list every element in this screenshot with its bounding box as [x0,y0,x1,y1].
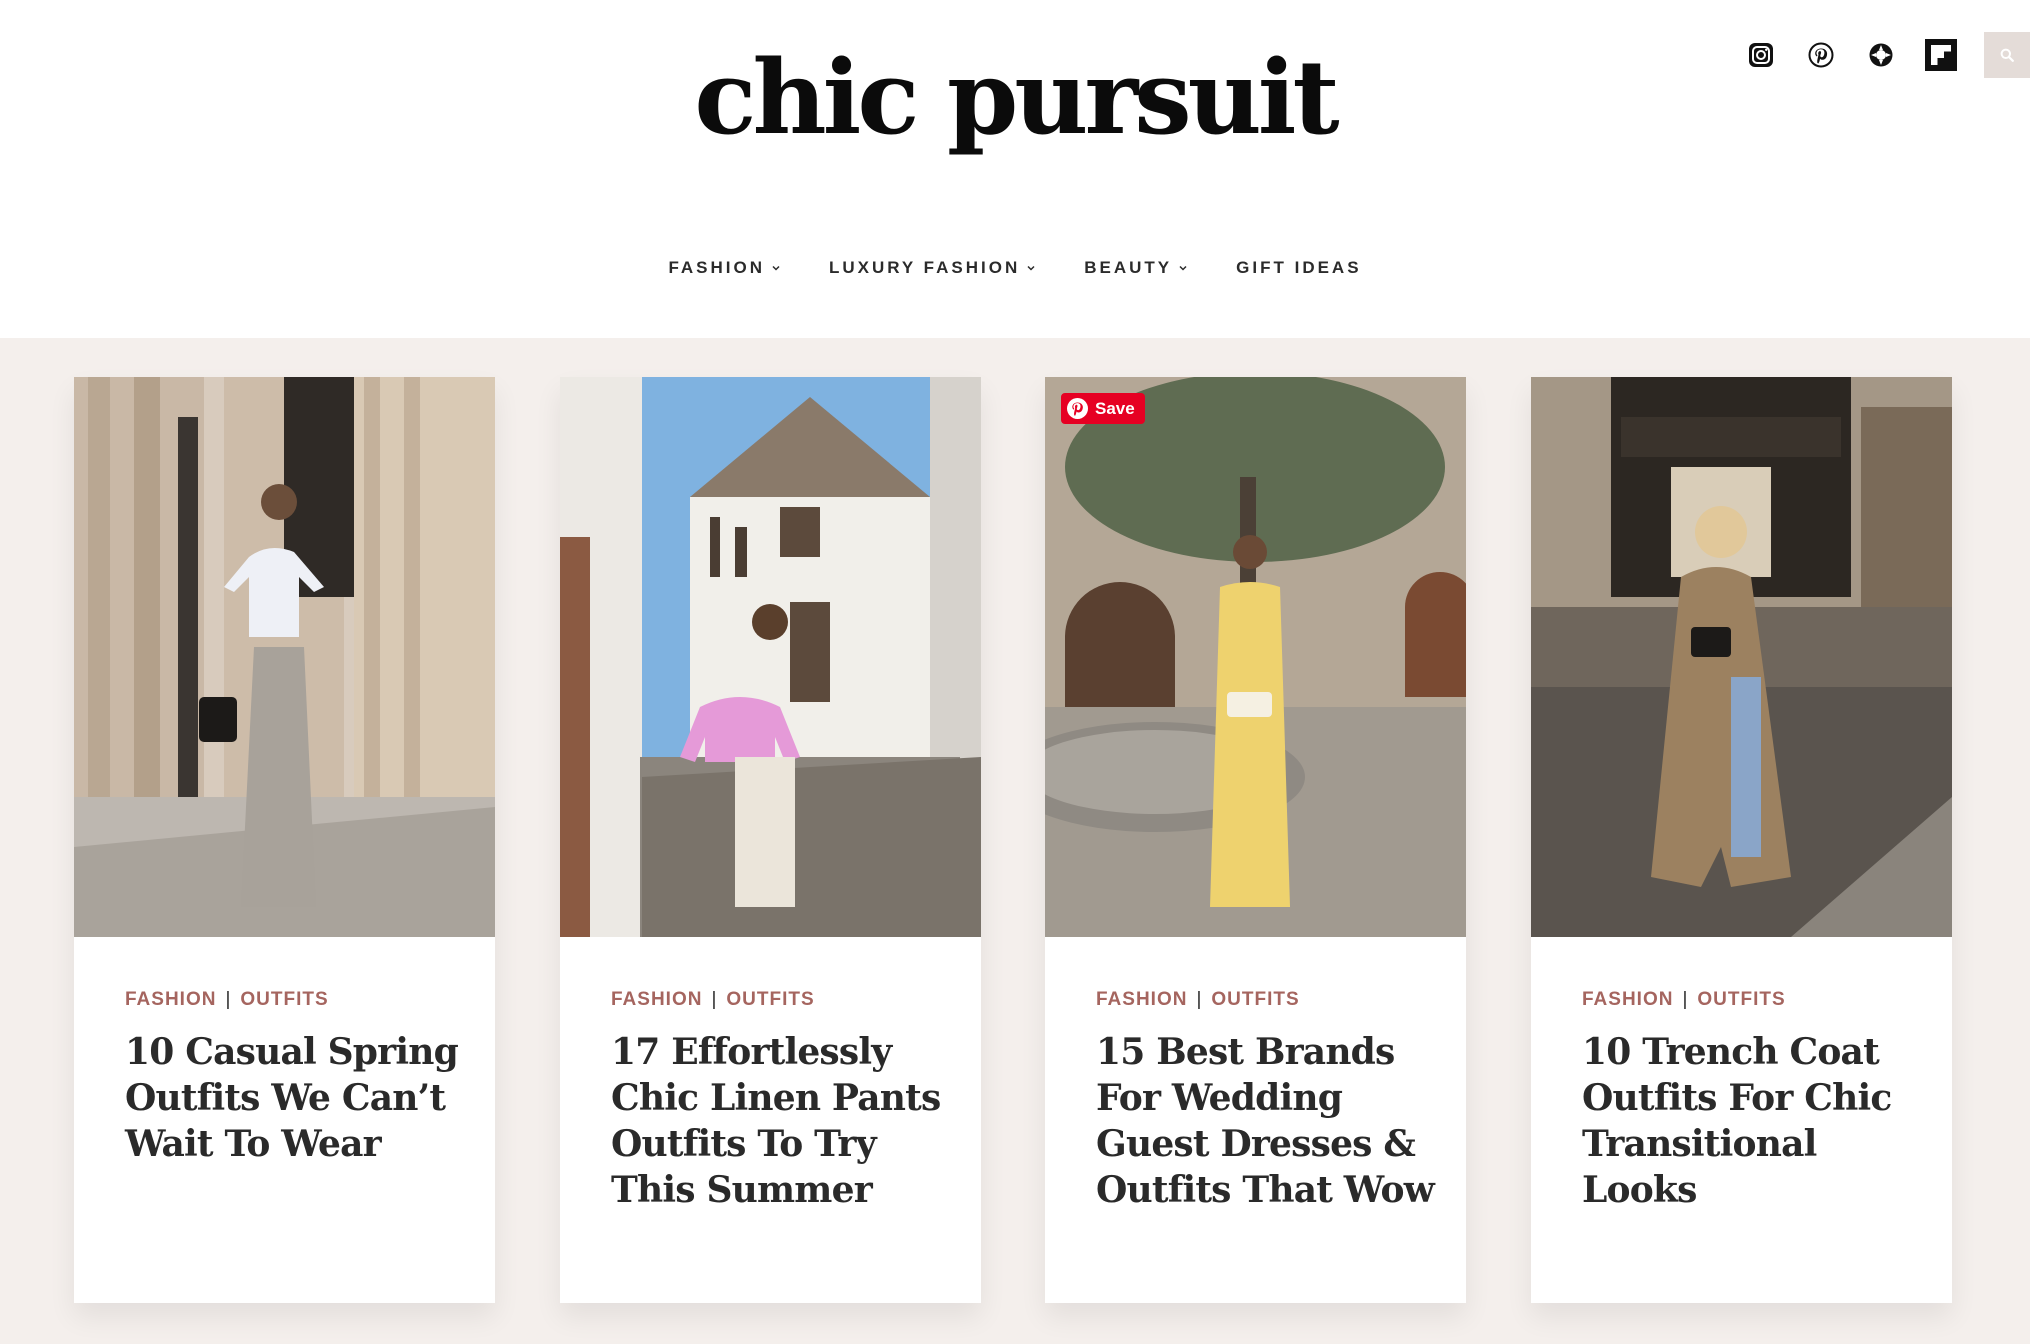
category-link-fashion[interactable]: FASHION [125,989,216,1011]
chevron-down-icon [772,265,780,271]
category-separator: | [1682,989,1689,1010]
pinterest-icon [1067,398,1088,419]
post-meta: FASHION | OUTFITS 10 Trench Coat Outfits… [1582,989,1922,1213]
post-image[interactable] [1531,377,1952,937]
post-meta: FASHION | OUTFITS 15 Best Brands For Wed… [1096,989,1436,1213]
pinterest-save-button[interactable]: Save [1061,393,1145,424]
post-meta: FASHION | OUTFITS 10 Casual Spring Outfi… [125,989,465,1167]
post-categories: FASHION | OUTFITS [1582,989,1922,1011]
post-meta: FASHION | OUTFITS 17 Effortlessly Chic L… [611,989,951,1213]
pinterest-save-label: Save [1095,398,1135,418]
instagram-icon[interactable] [1744,38,1778,72]
main-navigation: FASHION LUXURY FASHION BEAUTY GIFT IDEAS [0,258,2030,278]
flipboard-icon[interactable] [1924,38,1958,72]
category-separator: | [225,989,232,1010]
category-link-fashion[interactable]: FASHION [611,989,702,1011]
search-button[interactable] [1984,32,2030,78]
category-link-fashion[interactable]: FASHION [1096,989,1187,1011]
post-image[interactable] [74,377,495,937]
post-grid: FASHION | OUTFITS 10 Casual Spring Outfi… [0,338,2030,1344]
post-title[interactable]: 17 Effortlessly Chic Linen Pants Outfits… [611,1029,951,1213]
post-image[interactable]: Save [1045,377,1466,937]
site-logo[interactable]: chic pursuit [0,38,2030,158]
search-icon [2000,48,2014,62]
nav-item-label: GIFT IDEAS [1236,258,1362,277]
post-card[interactable]: FASHION | OUTFITS 10 Casual Spring Outfi… [74,377,495,1303]
nav-item-label: BEAUTY [1084,258,1173,277]
post-card[interactable]: Save FASHION | OUTFITS 15 Best Brands Fo… [1045,377,1466,1303]
post-card[interactable]: FASHION | OUTFITS 10 Trench Coat Outfits… [1531,377,1952,1303]
post-title[interactable]: 10 Trench Coat Outfits For Chic Transiti… [1582,1029,1922,1213]
social-links [1744,32,2030,78]
category-link-outfits[interactable]: OUTFITS [726,989,814,1011]
category-link-fashion[interactable]: FASHION [1582,989,1673,1011]
chevron-down-icon [1027,265,1035,271]
post-image[interactable] [560,377,981,937]
chevron-down-icon [1179,265,1187,271]
post-categories: FASHION | OUTFITS [125,989,465,1011]
nav-item-beauty[interactable]: BEAUTY [1084,258,1188,278]
category-link-outfits[interactable]: OUTFITS [1697,989,1785,1011]
category-link-outfits[interactable]: OUTFITS [240,989,328,1011]
nav-item-luxury-fashion[interactable]: LUXURY FASHION [829,258,1036,278]
site-header: chic pursuit FASHION LUXURY FASHION BEAU… [0,0,2030,338]
category-separator: | [1196,989,1203,1010]
nav-item-label: FASHION [668,258,765,277]
pinterest-icon[interactable] [1804,38,1838,72]
post-card[interactable]: FASHION | OUTFITS 17 Effortlessly Chic L… [560,377,981,1303]
nav-item-label: LUXURY FASHION [829,258,1021,277]
nav-item-gift-ideas[interactable]: GIFT IDEAS [1236,258,1361,278]
post-categories: FASHION | OUTFITS [1096,989,1436,1011]
nav-item-fashion[interactable]: FASHION [668,258,781,278]
ltk-icon[interactable] [1864,38,1898,72]
category-link-outfits[interactable]: OUTFITS [1211,989,1299,1011]
post-title[interactable]: 10 Casual Spring Outfits We Can’t Wait T… [125,1029,465,1167]
post-categories: FASHION | OUTFITS [611,989,951,1011]
category-separator: | [711,989,718,1010]
post-title[interactable]: 15 Best Brands For Wedding Guest Dresses… [1096,1029,1436,1213]
